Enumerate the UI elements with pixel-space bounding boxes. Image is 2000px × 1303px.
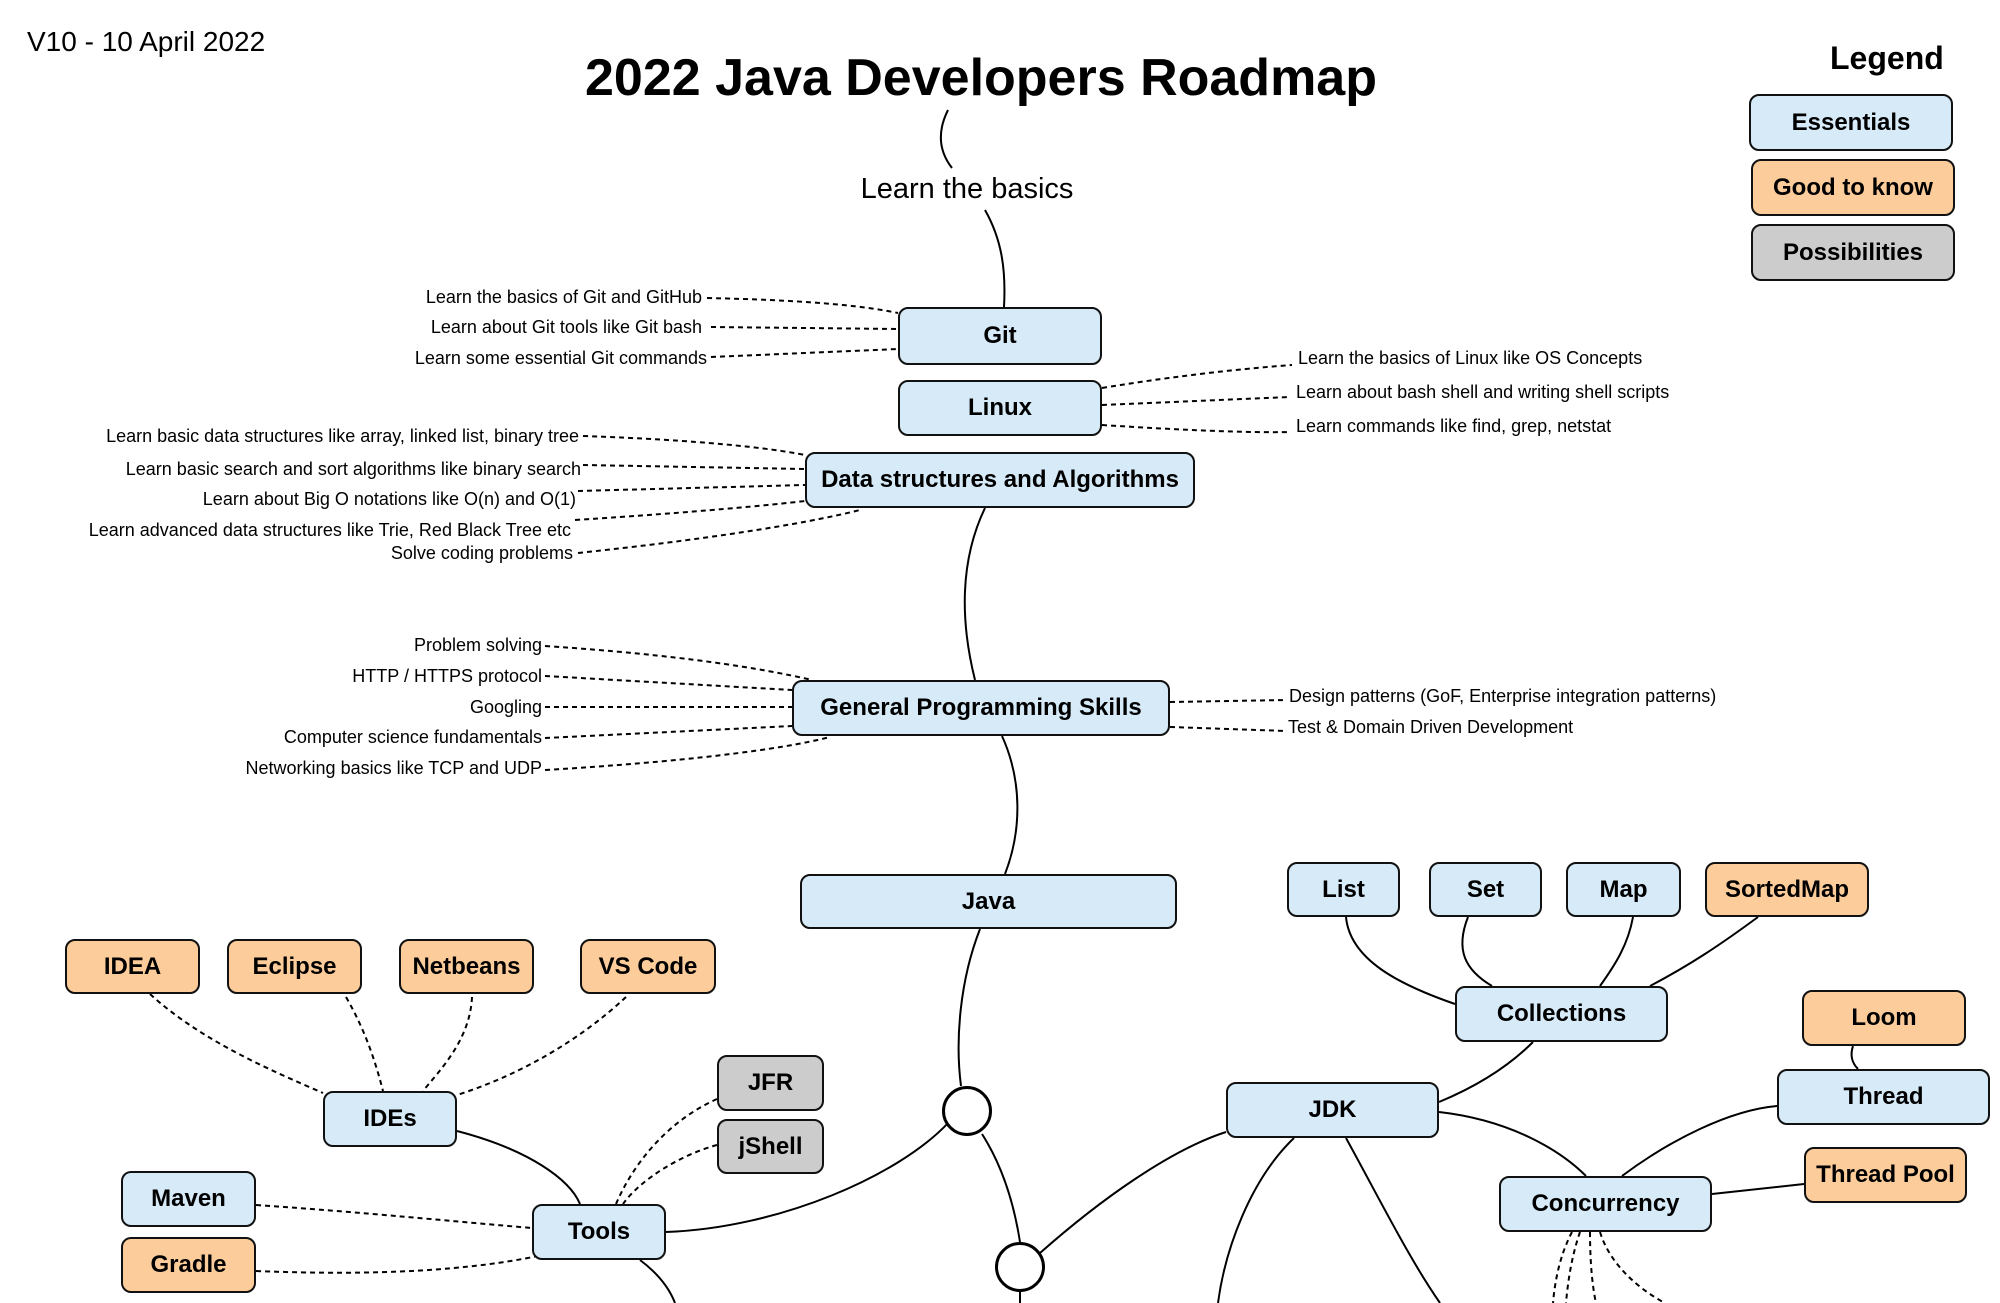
- edge-concurrency-dots-2: [1565, 1231, 1581, 1303]
- edge-loom-thread: [1850, 1045, 1859, 1070]
- edge-dsa-gps: [963, 507, 986, 681]
- legend-possibilities: Possibilities: [1751, 224, 1955, 281]
- edge-title-basics: [939, 109, 953, 169]
- node-gradle[interactable]: Gradle: [121, 1237, 256, 1293]
- legend-title: Legend: [1830, 40, 1944, 76]
- edge-git-note-2: [710, 326, 899, 330]
- note-git-3: Learn some essential Git commands: [414, 348, 707, 368]
- edge-tools-down: [639, 1259, 676, 1303]
- note-gps-5: Networking basics like TCP and UDP: [245, 758, 542, 778]
- note-gps-2: HTTP / HTTPS protocol: [352, 666, 542, 686]
- edge-jdk-down-left: [1217, 1137, 1295, 1303]
- edge-ides-tools: [456, 1130, 581, 1205]
- node-set[interactable]: Set: [1429, 862, 1542, 917]
- page-title: 2022 Java Developers Roadmap: [585, 49, 1377, 107]
- node-jdk[interactable]: JDK: [1226, 1082, 1439, 1138]
- edge-concurrency-thread: [1621, 1105, 1778, 1177]
- note-gps-6: Design patterns (GoF, Enterprise integra…: [1289, 686, 1717, 706]
- edge-vscode-ides: [456, 996, 627, 1096]
- edge-gps-note-6: [1169, 699, 1288, 703]
- node-java[interactable]: Java: [800, 874, 1177, 929]
- edge-eclipse-ides: [345, 996, 384, 1092]
- node-ides[interactable]: IDEs: [323, 1091, 457, 1147]
- edge-jshell-tools: [622, 1144, 718, 1205]
- edge-concurrency-dots-3: [1589, 1231, 1597, 1303]
- note-gps-1: Problem solving: [413, 635, 542, 655]
- edge-sortedmap-collections: [1649, 916, 1759, 987]
- note-dsa-2: Learn basic search and sort algorithms l…: [125, 459, 581, 479]
- edge-gps-note-7: [1169, 726, 1288, 732]
- node-data-structures-algorithms[interactable]: Data structures and Algorithms: [805, 452, 1195, 508]
- node-map[interactable]: Map: [1566, 862, 1681, 917]
- node-git[interactable]: Git: [898, 307, 1102, 365]
- note-gps-4: Computer science fundamentals: [283, 727, 542, 747]
- node-thread[interactable]: Thread: [1777, 1069, 1990, 1125]
- edge-concurrency-dots-4: [1599, 1231, 1666, 1303]
- edge-jfr-tools: [615, 1098, 718, 1205]
- edge-list-collections: [1345, 916, 1456, 1005]
- node-list[interactable]: List: [1287, 862, 1400, 917]
- edge-basics-git: [984, 209, 1006, 308]
- node-jfr[interactable]: JFR: [717, 1055, 824, 1111]
- edge-hub2-jdk: [1039, 1131, 1227, 1254]
- edge-linux-note-1: [1101, 364, 1293, 389]
- note-dsa-1: Learn basic data structures like array, …: [106, 426, 579, 446]
- node-linux[interactable]: Linux: [898, 380, 1102, 436]
- note-linux-1: Learn the basics of Linux like OS Concep…: [1298, 348, 1643, 368]
- node-eclipse[interactable]: Eclipse: [227, 939, 362, 994]
- edge-concurrency-dots-1: [1552, 1231, 1573, 1303]
- node-concurrency[interactable]: Concurrency: [1499, 1176, 1712, 1232]
- node-loom[interactable]: Loom: [1802, 990, 1966, 1046]
- edge-jdk-collections: [1438, 1041, 1534, 1103]
- edge-set-collections: [1461, 916, 1493, 987]
- node-vscode[interactable]: VS Code: [580, 939, 716, 994]
- note-dsa-5: Solve coding problems: [390, 543, 573, 563]
- node-maven[interactable]: Maven: [121, 1171, 256, 1227]
- note-gps-7: Test & Domain Driven Development: [1288, 717, 1574, 737]
- note-dsa-4: Learn advanced data structures like Trie…: [88, 520, 571, 540]
- legend-good-to-know: Good to know: [1751, 159, 1955, 216]
- legend-essentials: Essentials: [1749, 94, 1953, 151]
- edge-maven-tools: [255, 1204, 533, 1229]
- edge-gps-note-1: [544, 645, 813, 681]
- note-dsa-3: Learn about Big O notations like O(n) an…: [202, 489, 576, 509]
- note-linux-3: Learn commands like find, grep, netstat: [1296, 416, 1612, 436]
- node-general-programming-skills[interactable]: General Programming Skills: [792, 680, 1170, 736]
- note-git-1: Learn the basics of Git and GitHub: [425, 287, 702, 307]
- edge-gps-note-2: [544, 675, 793, 691]
- note-gps-3: Googling: [469, 697, 542, 717]
- edge-dsa-note-1: [582, 435, 806, 456]
- hub-circle-1: [942, 1086, 992, 1136]
- edge-java-hub1: [957, 928, 981, 1087]
- edge-linux-note-3: [1101, 424, 1291, 434]
- edge-gradle-tools: [255, 1255, 539, 1274]
- edge-jdk-down-right: [1345, 1137, 1441, 1303]
- edge-concurrency-threadpool: [1711, 1183, 1805, 1195]
- edge-gps-note-5: [544, 736, 831, 771]
- node-tools[interactable]: Tools: [532, 1204, 666, 1260]
- learn-basics-label: Learn the basics: [860, 173, 1074, 205]
- edge-git-note-1: [706, 297, 899, 314]
- node-idea[interactable]: IDEA: [65, 939, 200, 994]
- node-sortedmap[interactable]: SortedMap: [1705, 862, 1869, 917]
- edge-dsa-note-4: [574, 500, 806, 521]
- edge-git-note-3: [710, 348, 899, 358]
- edge-netbeans-ides: [422, 996, 473, 1092]
- edge-jdk-concurrency: [1438, 1111, 1587, 1177]
- node-jshell[interactable]: jShell: [717, 1119, 824, 1174]
- edge-idea-ides: [149, 993, 324, 1094]
- note-linux-2: Learn about bash shell and writing shell…: [1296, 382, 1670, 402]
- hub-circle-2: [995, 1242, 1045, 1292]
- edge-hub1-hub2: [981, 1133, 1021, 1243]
- node-netbeans[interactable]: Netbeans: [399, 939, 534, 994]
- node-collections[interactable]: Collections: [1455, 986, 1668, 1042]
- edge-map-collections: [1599, 916, 1634, 987]
- edge-dsa-note-2: [582, 464, 806, 470]
- edge-gps-note-4: [544, 725, 793, 739]
- edge-gps-java: [1001, 735, 1019, 875]
- edge-dsa-note-3: [577, 484, 806, 492]
- node-thread-pool[interactable]: Thread Pool: [1804, 1147, 1967, 1203]
- edge-linux-note-2: [1101, 396, 1291, 406]
- note-git-2: Learn about Git tools like Git bash: [430, 317, 702, 337]
